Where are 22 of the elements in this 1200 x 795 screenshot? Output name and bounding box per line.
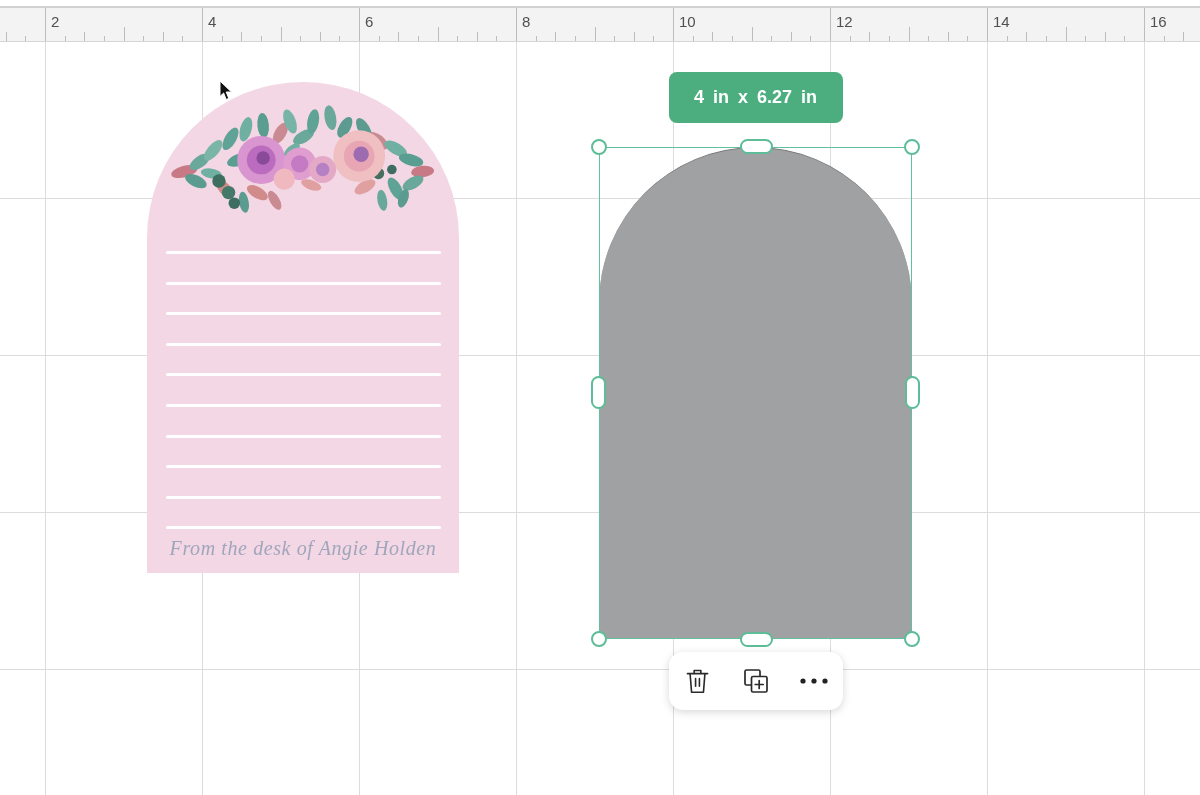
ruler-label: 14 (993, 13, 1010, 30)
ruler-label: 4 (208, 13, 217, 30)
corner-handle[interactable] (591, 139, 607, 155)
ruler-label: 12 (836, 13, 853, 30)
resize-handle[interactable] (739, 139, 773, 154)
corner-handle[interactable] (591, 631, 607, 647)
duplicate-icon (743, 669, 768, 693)
ruler-label: 16 (1150, 13, 1167, 30)
resize-handle[interactable] (905, 376, 920, 409)
ruler-label: 10 (679, 13, 696, 30)
trash-icon (686, 668, 709, 694)
dimensions-tooltip: 4 in x 6.27 in (668, 72, 843, 123)
ruler-label: 8 (522, 13, 531, 30)
corner-handle[interactable] (904, 139, 920, 155)
ruler-label: 6 (365, 13, 374, 30)
footer-text: From the desk of Angie Holden (169, 537, 437, 561)
corner-handle[interactable] (904, 631, 920, 647)
more-icon (798, 678, 829, 684)
resize-handle[interactable] (739, 632, 773, 647)
resize-handle[interactable] (591, 376, 606, 409)
pointer-icon (219, 80, 233, 101)
ruler-label: 2 (51, 13, 60, 30)
